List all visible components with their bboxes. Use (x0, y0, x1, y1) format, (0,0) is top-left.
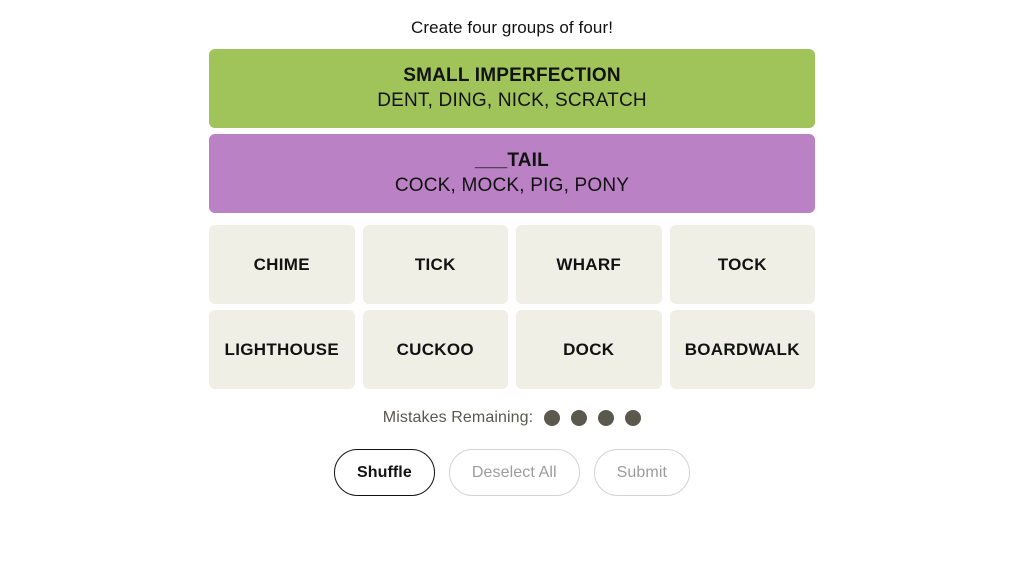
tile-row: CHIME TICK WHARF TOCK (209, 225, 815, 304)
word-tile-label: WHARF (556, 254, 622, 274)
connections-game: Create four groups of four! SMALL IMPERF… (0, 0, 1024, 582)
word-tile-label: BOARDWALK (684, 339, 800, 359)
instruction-text: Create four groups of four! (410, 18, 614, 37)
control-buttons: Shuffle Deselect All Submit (333, 449, 691, 496)
mistake-dots (544, 410, 642, 426)
word-tile[interactable]: WHARF (516, 225, 662, 304)
shuffle-button[interactable]: Shuffle (333, 449, 435, 496)
solved-groups-container: SMALL IMPERFECTION DENT, DING, NICK, SCRA… (209, 49, 815, 213)
mistakes-remaining: Mistakes Remaining: (382, 407, 642, 429)
word-tile-label: TOCK (717, 254, 767, 274)
mistake-dot (544, 410, 561, 426)
solved-group-title: ___TAIL (475, 149, 549, 171)
deselect-all-button[interactable]: Deselect All (448, 449, 580, 496)
tile-row: LIGHTHOUSE CUCKOO DOCK BOARDWALK (209, 310, 815, 389)
word-tile-label: CHIME (253, 254, 310, 274)
solved-group-title: SMALL IMPERFECTION (403, 64, 621, 86)
mistake-dot (625, 410, 642, 426)
solved-group-green: SMALL IMPERFECTION DENT, DING, NICK, SCRA… (209, 49, 815, 128)
word-tile-label: CUCKOO (396, 339, 474, 359)
word-tile[interactable]: DOCK (516, 310, 662, 389)
word-tile-label: LIGHTHOUSE (224, 339, 339, 359)
word-tile[interactable]: BOARDWALK (669, 310, 815, 389)
solved-group-members: COCK, MOCK, PIG, PONY (394, 174, 630, 196)
submit-button[interactable]: Submit (593, 449, 691, 496)
mistake-dot (571, 410, 588, 426)
tile-grid: CHIME TICK WHARF TOCK LIGHTHOUSE CUCKOO DOCK BO… (209, 225, 815, 389)
word-tile[interactable]: CUCKOO (362, 310, 508, 389)
game-board: SMALL IMPERFECTION DENT, DING, NICK, SCRA… (209, 49, 815, 389)
solved-group-members: DENT, DING, NICK, SCRATCH (377, 89, 647, 111)
word-tile[interactable]: TICK (362, 225, 508, 304)
word-tile[interactable]: TOCK (669, 225, 815, 304)
mistakes-label: Mistakes Remaining: (382, 409, 534, 426)
word-tile-label: TICK (414, 254, 456, 274)
solved-group-purple: ___TAIL COCK, MOCK, PIG, PONY (209, 134, 815, 213)
word-tile-label: DOCK (563, 339, 615, 359)
word-tile[interactable]: CHIME (209, 225, 355, 304)
word-tile[interactable]: LIGHTHOUSE (209, 310, 355, 389)
mistake-dot (598, 410, 615, 426)
